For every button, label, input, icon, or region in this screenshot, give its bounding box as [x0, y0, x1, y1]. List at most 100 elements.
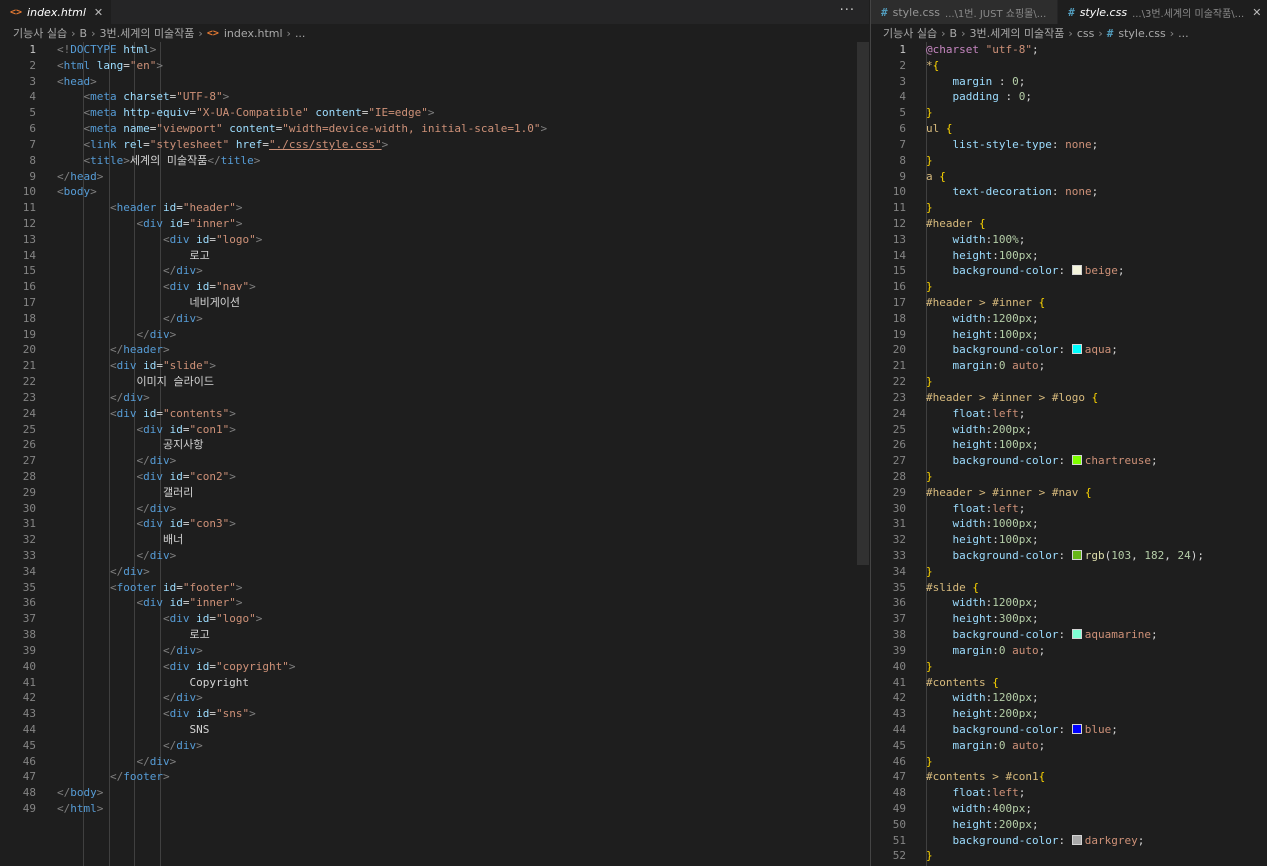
- code-line[interactable]: 10 <body>: [0, 184, 869, 200]
- code-line[interactable]: 32 height:100px;: [871, 532, 1267, 548]
- code-line[interactable]: 3 <head>: [0, 74, 869, 90]
- code-line[interactable]: 29 갤러리: [0, 485, 869, 501]
- code-line[interactable]: 31 <div id="con3">: [0, 516, 869, 532]
- code-line[interactable]: 18 </div>: [0, 311, 869, 327]
- code-line[interactable]: 47 #contents > #con1{: [871, 769, 1267, 785]
- code-line[interactable]: 26 공지사항: [0, 437, 869, 453]
- code-line[interactable]: 36 <div id="inner">: [0, 595, 869, 611]
- code-line[interactable]: 41 Copyright: [0, 675, 869, 691]
- code-line[interactable]: 14 로고: [0, 248, 869, 264]
- html-editor-pane[interactable]: <> index.html ✕ ··· 기능사 실습 › B › 3번.세계의 …: [0, 0, 869, 866]
- code-line[interactable]: 27 </div>: [0, 453, 869, 469]
- code-line[interactable]: 24 float:left;: [871, 406, 1267, 422]
- code-line[interactable]: 11}: [871, 200, 1267, 216]
- code-line[interactable]: 39 </div>: [0, 643, 869, 659]
- code-line[interactable]: 38 로고: [0, 627, 869, 643]
- code-line[interactable]: 47 </footer>: [0, 769, 869, 785]
- code-line[interactable]: 44 SNS: [0, 722, 869, 738]
- tab-style-css-1[interactable]: # style.css ...\1번. JUST 쇼핑몰\...: [871, 0, 1059, 24]
- code-line[interactable]: 1 @charset "utf-8";: [871, 42, 1267, 58]
- code-line[interactable]: 9 </head>: [0, 169, 869, 185]
- code-line[interactable]: 17 네비게이션: [0, 295, 869, 311]
- breadcrumb-item-file[interactable]: style.css: [1118, 27, 1165, 40]
- breadcrumb-item-project[interactable]: 3번.세계의 미술작품: [99, 25, 194, 41]
- color-swatch[interactable]: [1071, 723, 1082, 734]
- color-swatch[interactable]: [1071, 455, 1082, 466]
- code-line[interactable]: 20 background-color: aqua;: [871, 342, 1267, 358]
- color-swatch[interactable]: [1071, 265, 1082, 276]
- code-line[interactable]: 29 #header > #inner > #nav {: [871, 485, 1267, 501]
- code-line[interactable]: 22}: [871, 374, 1267, 390]
- code-line[interactable]: 4 padding : 0;: [871, 89, 1267, 105]
- code-line[interactable]: 12 <div id="inner">: [0, 216, 869, 232]
- code-line[interactable]: 5 <meta http-equiv="X-UA-Compatible" con…: [0, 105, 869, 121]
- code-line[interactable]: 49 </html>: [0, 801, 869, 817]
- code-line[interactable]: 16 <div id="nav">: [0, 279, 869, 295]
- code-line[interactable]: 5}: [871, 105, 1267, 121]
- tab-index-html[interactable]: <> index.html ✕: [0, 0, 113, 24]
- code-line[interactable]: 10 text-decoration: none;: [871, 184, 1267, 200]
- code-line[interactable]: 4 <meta charset="UTF-8">: [0, 89, 869, 105]
- tab-style-css-2[interactable]: # style.css ...\3번.세계의 미술작품\... ✕: [1058, 0, 1267, 24]
- code-line[interactable]: 13 <div id="logo">: [0, 232, 869, 248]
- code-line[interactable]: 43 <div id="sns">: [0, 706, 869, 722]
- code-line[interactable]: 39 margin:0 auto;: [871, 643, 1267, 659]
- code-line[interactable]: 26 height:100px;: [871, 437, 1267, 453]
- scrollbar[interactable]: [857, 42, 869, 565]
- code-line[interactable]: 48 float:left;: [871, 785, 1267, 801]
- code-line[interactable]: 45 </div>: [0, 738, 869, 754]
- breadcrumb-item-folder[interactable]: 기능사 실습: [883, 25, 937, 41]
- code-line[interactable]: 12 #header {: [871, 216, 1267, 232]
- code-line[interactable]: 36 width:1200px;: [871, 595, 1267, 611]
- code-line[interactable]: 18 width:1200px;: [871, 311, 1267, 327]
- code-line[interactable]: 9 a {: [871, 169, 1267, 185]
- code-line[interactable]: 46 </div>: [0, 754, 869, 770]
- color-swatch[interactable]: [1071, 344, 1082, 355]
- code-line[interactable]: 52}: [871, 848, 1267, 864]
- css-editor-pane[interactable]: # style.css ...\1번. JUST 쇼핑몰\... # style…: [870, 0, 1267, 866]
- breadcrumb-item-symbol[interactable]: ...: [295, 27, 306, 40]
- color-swatch[interactable]: [1071, 550, 1082, 560]
- code-line[interactable]: 30 float:left;: [871, 501, 1267, 517]
- color-swatch[interactable]: [1071, 834, 1082, 845]
- code-line[interactable]: 15 background-color: beige;: [871, 263, 1267, 279]
- code-line[interactable]: 2 <html lang="en">: [0, 58, 869, 74]
- code-line[interactable]: 3 margin : 0;: [871, 74, 1267, 90]
- code-line[interactable]: 44 background-color: blue;: [871, 722, 1267, 738]
- code-line[interactable]: 19 height:100px;: [871, 327, 1267, 343]
- code-line[interactable]: 33 background-color: rgb(103, 182, 24);: [871, 548, 1267, 564]
- code-line[interactable]: 1 <!DOCTYPE html>: [0, 42, 869, 58]
- code-line[interactable]: 15 </div>: [0, 263, 869, 279]
- code-line[interactable]: 31 width:1000px;: [871, 516, 1267, 532]
- color-swatch[interactable]: [1071, 629, 1082, 640]
- code-line[interactable]: 48 </body>: [0, 785, 869, 801]
- code-line[interactable]: 42 width:1200px;: [871, 690, 1267, 706]
- breadcrumb-item-b[interactable]: B: [80, 27, 88, 40]
- code-line[interactable]: 45 margin:0 auto;: [871, 738, 1267, 754]
- code-line[interactable]: 16}: [871, 279, 1267, 295]
- code-line[interactable]: 13 width:100%;: [871, 232, 1267, 248]
- close-icon[interactable]: ✕: [94, 6, 103, 19]
- breadcrumb-item-project[interactable]: 3번.세계의 미술작품: [969, 25, 1064, 41]
- code-line[interactable]: 35 <footer id="footer">: [0, 580, 869, 596]
- code-line[interactable]: 30 </div>: [0, 501, 869, 517]
- code-line[interactable]: 21 margin:0 auto;: [871, 358, 1267, 374]
- code-line[interactable]: 34}: [871, 564, 1267, 580]
- code-line[interactable]: 6 ul {: [871, 121, 1267, 137]
- code-line[interactable]: 7 <link rel="stylesheet" href="./css/sty…: [0, 137, 869, 153]
- code-line[interactable]: 38 background-color: aquamarine;: [871, 627, 1267, 643]
- code-line[interactable]: 49 width:400px;: [871, 801, 1267, 817]
- code-line[interactable]: 51 background-color: darkgrey;: [871, 833, 1267, 849]
- code-line[interactable]: 34 </div>: [0, 564, 869, 580]
- breadcrumb-item-b[interactable]: B: [950, 27, 958, 40]
- more-actions-icon[interactable]: ···: [840, 3, 855, 18]
- code-line[interactable]: 46}: [871, 754, 1267, 770]
- code-line[interactable]: 23 </div>: [0, 390, 869, 406]
- code-line[interactable]: 37 height:300px;: [871, 611, 1267, 627]
- code-line[interactable]: 35 #slide {: [871, 580, 1267, 596]
- code-line[interactable]: 33 </div>: [0, 548, 869, 564]
- code-line[interactable]: 7 list-style-type: none;: [871, 137, 1267, 153]
- code-line[interactable]: 40 <div id="copyright">: [0, 659, 869, 675]
- code-line[interactable]: 27 background-color: chartreuse;: [871, 453, 1267, 469]
- code-line[interactable]: 28 <div id="con2">: [0, 469, 869, 485]
